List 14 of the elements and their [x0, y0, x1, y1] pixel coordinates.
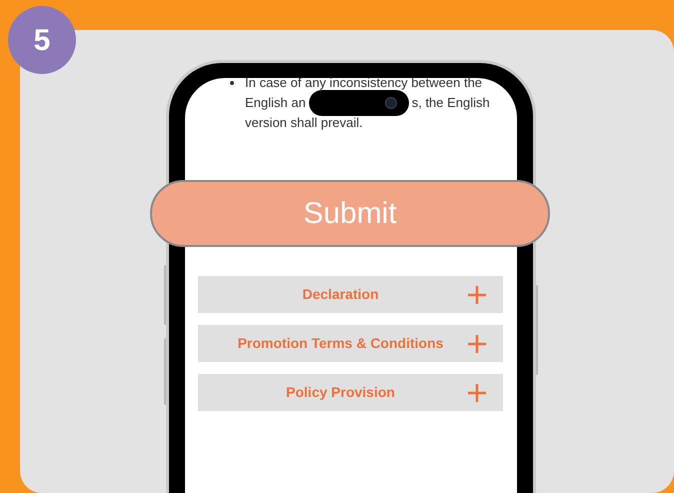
accordion-header[interactable]: Policy Provision: [198, 374, 503, 411]
submit-button[interactable]: Submit: [150, 180, 550, 247]
accordion-header[interactable]: Declaration: [198, 276, 503, 313]
plus-icon: [468, 334, 486, 352]
plus-icon: [468, 384, 486, 402]
notice-text: s, the English: [412, 94, 490, 112]
step-badge: 5: [8, 6, 76, 74]
notice-text: English an: [245, 94, 306, 112]
bullet-icon: [230, 81, 234, 85]
plus-icon: [468, 286, 486, 304]
notice-text: version shall prevail.: [245, 115, 363, 130]
accordion-header[interactable]: Promotion Terms & Conditions: [198, 325, 503, 362]
notice-text: In case of any inconsistency between the: [245, 74, 482, 92]
camera-icon: [384, 97, 397, 109]
